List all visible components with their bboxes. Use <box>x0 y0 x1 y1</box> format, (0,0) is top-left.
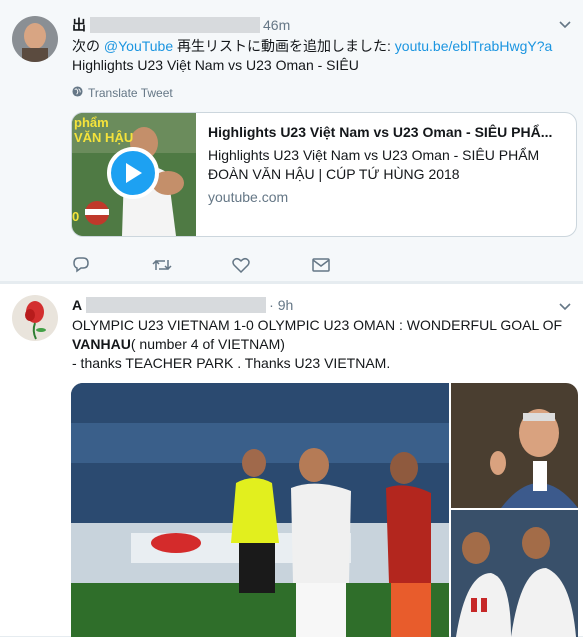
reply-icon <box>72 256 90 278</box>
svg-text:0: 0 <box>72 209 79 224</box>
text-segment: ( number 4 of VIETNAM) <box>130 336 285 352</box>
tweet-header: A · 9h <box>72 297 293 313</box>
svg-text:VĂN HẬU: VĂN HẬU <box>74 130 133 145</box>
timestamp-value: 9h <box>277 297 294 313</box>
envelope-icon <box>312 257 330 277</box>
url-link[interactable]: youtu.be/eblTrabHwgY?a <box>395 38 552 54</box>
text-segment: 再生リストに動画を追加しました: <box>173 38 395 54</box>
tweet-header: 出 46m <box>72 15 290 35</box>
timeline: 出 46m 次の @YouTube 再生リストに動画を追加しました: youtu… <box>0 0 583 637</box>
reply-button[interactable] <box>72 256 152 278</box>
link-card[interactable]: phẩm VĂN HẬU 0 Highlights U23 Việt Nam v… <box>71 112 577 237</box>
card-body[interactable]: Highlights U23 Việt Nam vs U23 Oman - SI… <box>196 113 576 236</box>
text-bold: VANHAU <box>72 336 131 352</box>
translate-label: Translate Tweet <box>88 86 173 100</box>
card-title: Highlights U23 Việt Nam vs U23 Oman - SI… <box>208 124 553 140</box>
svg-text:phẩm: phẩm <box>74 115 109 130</box>
retweet-icon <box>152 257 172 278</box>
media-grid[interactable] <box>71 383 578 637</box>
like-button[interactable] <box>232 257 312 277</box>
chevron-down-icon[interactable] <box>559 18 571 32</box>
chevron-down-icon[interactable] <box>559 300 571 314</box>
text-line: OLYMPIC U23 VIETNAM 1-0 OLYMPIC U23 OMAN… <box>72 317 563 333</box>
media-photo-main <box>71 383 449 637</box>
card-thumbnail[interactable]: phẩm VĂN HẬU 0 <box>72 113 196 236</box>
retweet-button[interactable] <box>152 257 232 277</box>
text-line: Highlights U23 Việt Nam vs U23 Oman - SI… <box>72 57 359 73</box>
media-photo-bottom-right <box>451 510 578 637</box>
globe-icon <box>72 86 83 100</box>
tweet-text: 次の @YouTube 再生リストに動画を追加しました: youtu.be/eb… <box>72 37 572 75</box>
direct-message-button[interactable] <box>312 257 392 277</box>
redacted-username <box>86 297 267 313</box>
redacted-username <box>90 17 260 33</box>
mention-link[interactable]: @YouTube <box>104 38 173 54</box>
play-icon[interactable] <box>107 147 159 199</box>
display-name[interactable]: A <box>72 297 82 313</box>
translate-tweet[interactable]: Translate Tweet <box>72 86 173 100</box>
text-line: - thanks TEACHER PARK . Thanks U23 VIETN… <box>72 355 391 371</box>
display-name[interactable]: 出 <box>72 15 86 35</box>
media-photo-top-right <box>451 383 578 508</box>
tweet-text: OLYMPIC U23 VIETNAM 1-0 OLYMPIC U23 OMAN… <box>72 316 577 373</box>
card-description: Highlights U23 Việt Nam vs U23 Oman - SI… <box>208 147 540 182</box>
card-domain: youtube.com <box>208 189 289 205</box>
timestamp[interactable]: 46m <box>263 17 290 33</box>
tweet[interactable]: 出 46m 次の @YouTube 再生リストに動画を追加しました: youtu… <box>0 0 583 282</box>
timestamp[interactable]: · 9h <box>269 297 293 313</box>
avatar[interactable] <box>12 295 58 341</box>
text-segment: 次の <box>72 38 104 54</box>
tweet-actions <box>72 256 392 278</box>
heart-icon <box>232 257 250 278</box>
avatar[interactable] <box>12 16 58 62</box>
